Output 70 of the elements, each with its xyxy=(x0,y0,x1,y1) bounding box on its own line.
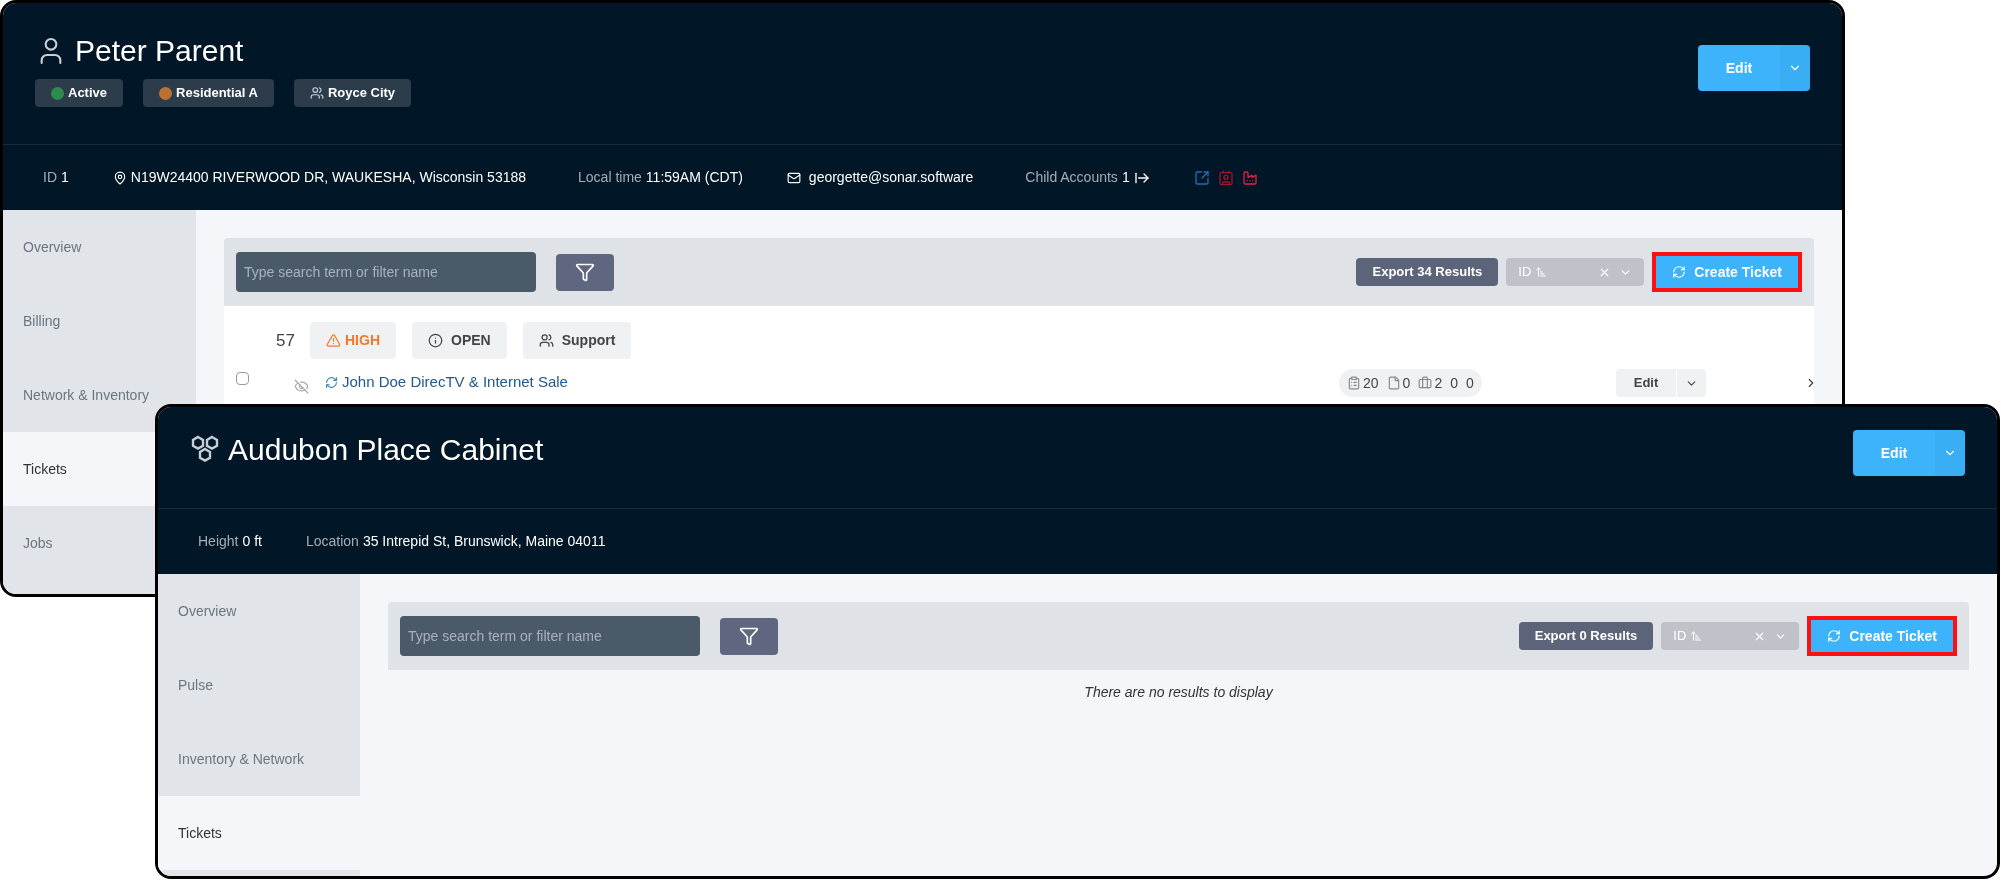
status-badge: Active xyxy=(35,79,124,107)
export-button[interactable]: Export 0 Results xyxy=(1518,622,1654,650)
file-icon xyxy=(1386,376,1401,390)
people-icon xyxy=(538,333,554,348)
export-button[interactable]: Export 34 Results xyxy=(1356,258,1499,286)
empty-message: There are no results to display xyxy=(1084,683,1273,702)
count-text: 0 xyxy=(1465,373,1474,393)
filter-button[interactable] xyxy=(556,253,614,291)
sidebar-item[interactable]: Tickets xyxy=(178,822,222,844)
field-label: Height xyxy=(198,532,239,551)
location-pin-icon xyxy=(112,170,127,185)
sidebar-item[interactable]: Billing xyxy=(23,310,61,332)
count-text: 0 xyxy=(1402,373,1411,393)
sort-icon xyxy=(1535,266,1548,278)
sidebar-item[interactable]: Inventory & Network xyxy=(178,748,305,770)
priority-badge: HIGH xyxy=(310,322,396,359)
filter-icon xyxy=(739,626,759,646)
status-badge: OPEN xyxy=(412,322,507,359)
count-text: 2 xyxy=(1434,373,1443,393)
filter-button[interactable] xyxy=(720,617,778,655)
people-icon xyxy=(309,86,324,100)
hexagons-icon xyxy=(190,435,220,465)
field-label: Local time xyxy=(578,168,642,187)
group-badge: Support xyxy=(522,322,632,359)
sidebar-item[interactable]: Overview xyxy=(178,600,237,622)
refresh-icon xyxy=(325,376,338,389)
create-ticket-button[interactable]: Create Ticket xyxy=(1811,620,1953,652)
info-icon xyxy=(428,333,443,348)
search-field[interactable]: Type search term or filter name xyxy=(236,252,536,292)
sort-icon xyxy=(1690,630,1703,642)
sidebar-item[interactable]: Network & Inventory xyxy=(23,384,150,406)
filter-icon xyxy=(575,262,595,282)
field-label: Location xyxy=(305,532,359,551)
id-card-icon[interactable] xyxy=(1217,169,1234,186)
external-link-icon[interactable] xyxy=(1193,169,1210,186)
row-checkbox[interactable] xyxy=(236,372,249,385)
warning-icon xyxy=(326,333,341,348)
sidebar-item[interactable]: Pulse xyxy=(178,674,214,696)
eye-off-icon xyxy=(294,379,309,394)
refresh-icon xyxy=(1672,265,1687,279)
page-title: Peter Parent xyxy=(75,36,244,66)
status-badge: Royce City xyxy=(293,79,412,107)
sidebar-item[interactable]: Overview xyxy=(23,236,82,258)
factory-icon[interactable] xyxy=(1241,169,1258,186)
edit-button[interactable]: Edit xyxy=(1853,430,1935,476)
email-link[interactable]: georgette@sonar.software xyxy=(808,167,974,188)
edit-button[interactable]: Edit xyxy=(1616,369,1676,397)
ticket-title-link[interactable]: John Doe DirecTV & Internet Sale xyxy=(342,371,568,394)
field-value: 0 ft xyxy=(242,532,262,551)
field-value: 35 Intrepid St, Brunswick, Maine 04011 xyxy=(362,532,606,551)
page-title: Audubon Place Cabinet xyxy=(228,435,544,465)
status-badge: Residential A xyxy=(143,79,274,107)
edit-button[interactable]: Edit xyxy=(1698,45,1780,91)
create-ticket-button[interactable]: Create Ticket xyxy=(1656,256,1798,288)
ticket-number: 57 xyxy=(276,329,294,352)
clipboard-icon xyxy=(1347,376,1361,390)
sidebar-item[interactable]: Jobs xyxy=(23,532,53,554)
field-label: Child Accounts xyxy=(1025,168,1118,187)
mail-icon xyxy=(786,170,801,185)
refresh-icon xyxy=(1827,629,1842,643)
field-label: ID xyxy=(43,168,57,187)
sidebar-item[interactable]: Tickets xyxy=(23,458,67,480)
count-text: 0 xyxy=(1450,373,1458,393)
address-text: N19W24400 RIVERWOOD DR, WAUKESHA, Wisconsin 53188 xyxy=(130,168,527,187)
count-text: 20 xyxy=(1363,373,1379,393)
briefcase-icon xyxy=(1418,376,1433,390)
field-value: 11:59AM (CDT) xyxy=(645,168,743,187)
field-value: 1 xyxy=(1121,168,1130,187)
field-value: 1 xyxy=(61,168,69,187)
search-field[interactable]: Type search term or filter name xyxy=(400,616,700,656)
